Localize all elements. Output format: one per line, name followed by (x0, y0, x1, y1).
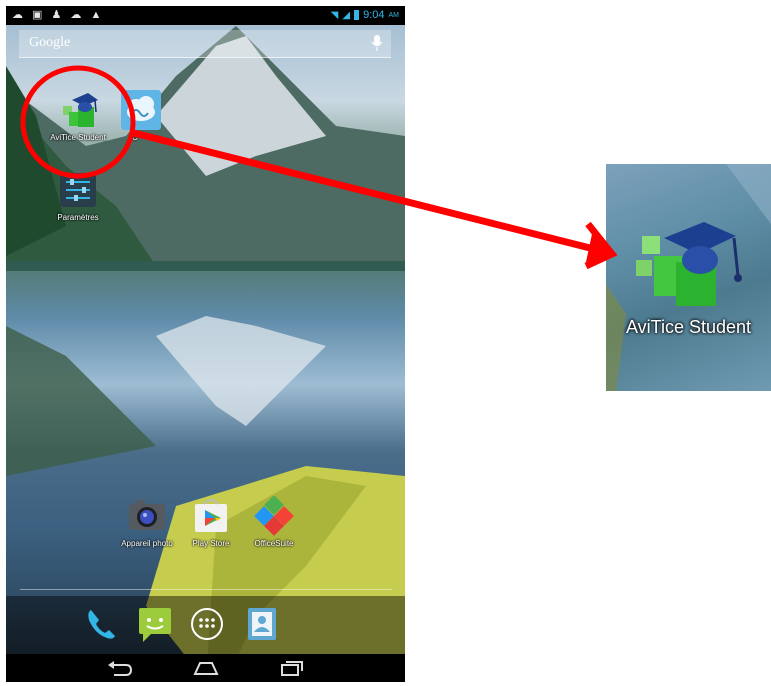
highlight-circle (20, 65, 136, 179)
annotation-overlay (20, 65, 618, 270)
pointer-arrow-line (129, 128, 591, 252)
